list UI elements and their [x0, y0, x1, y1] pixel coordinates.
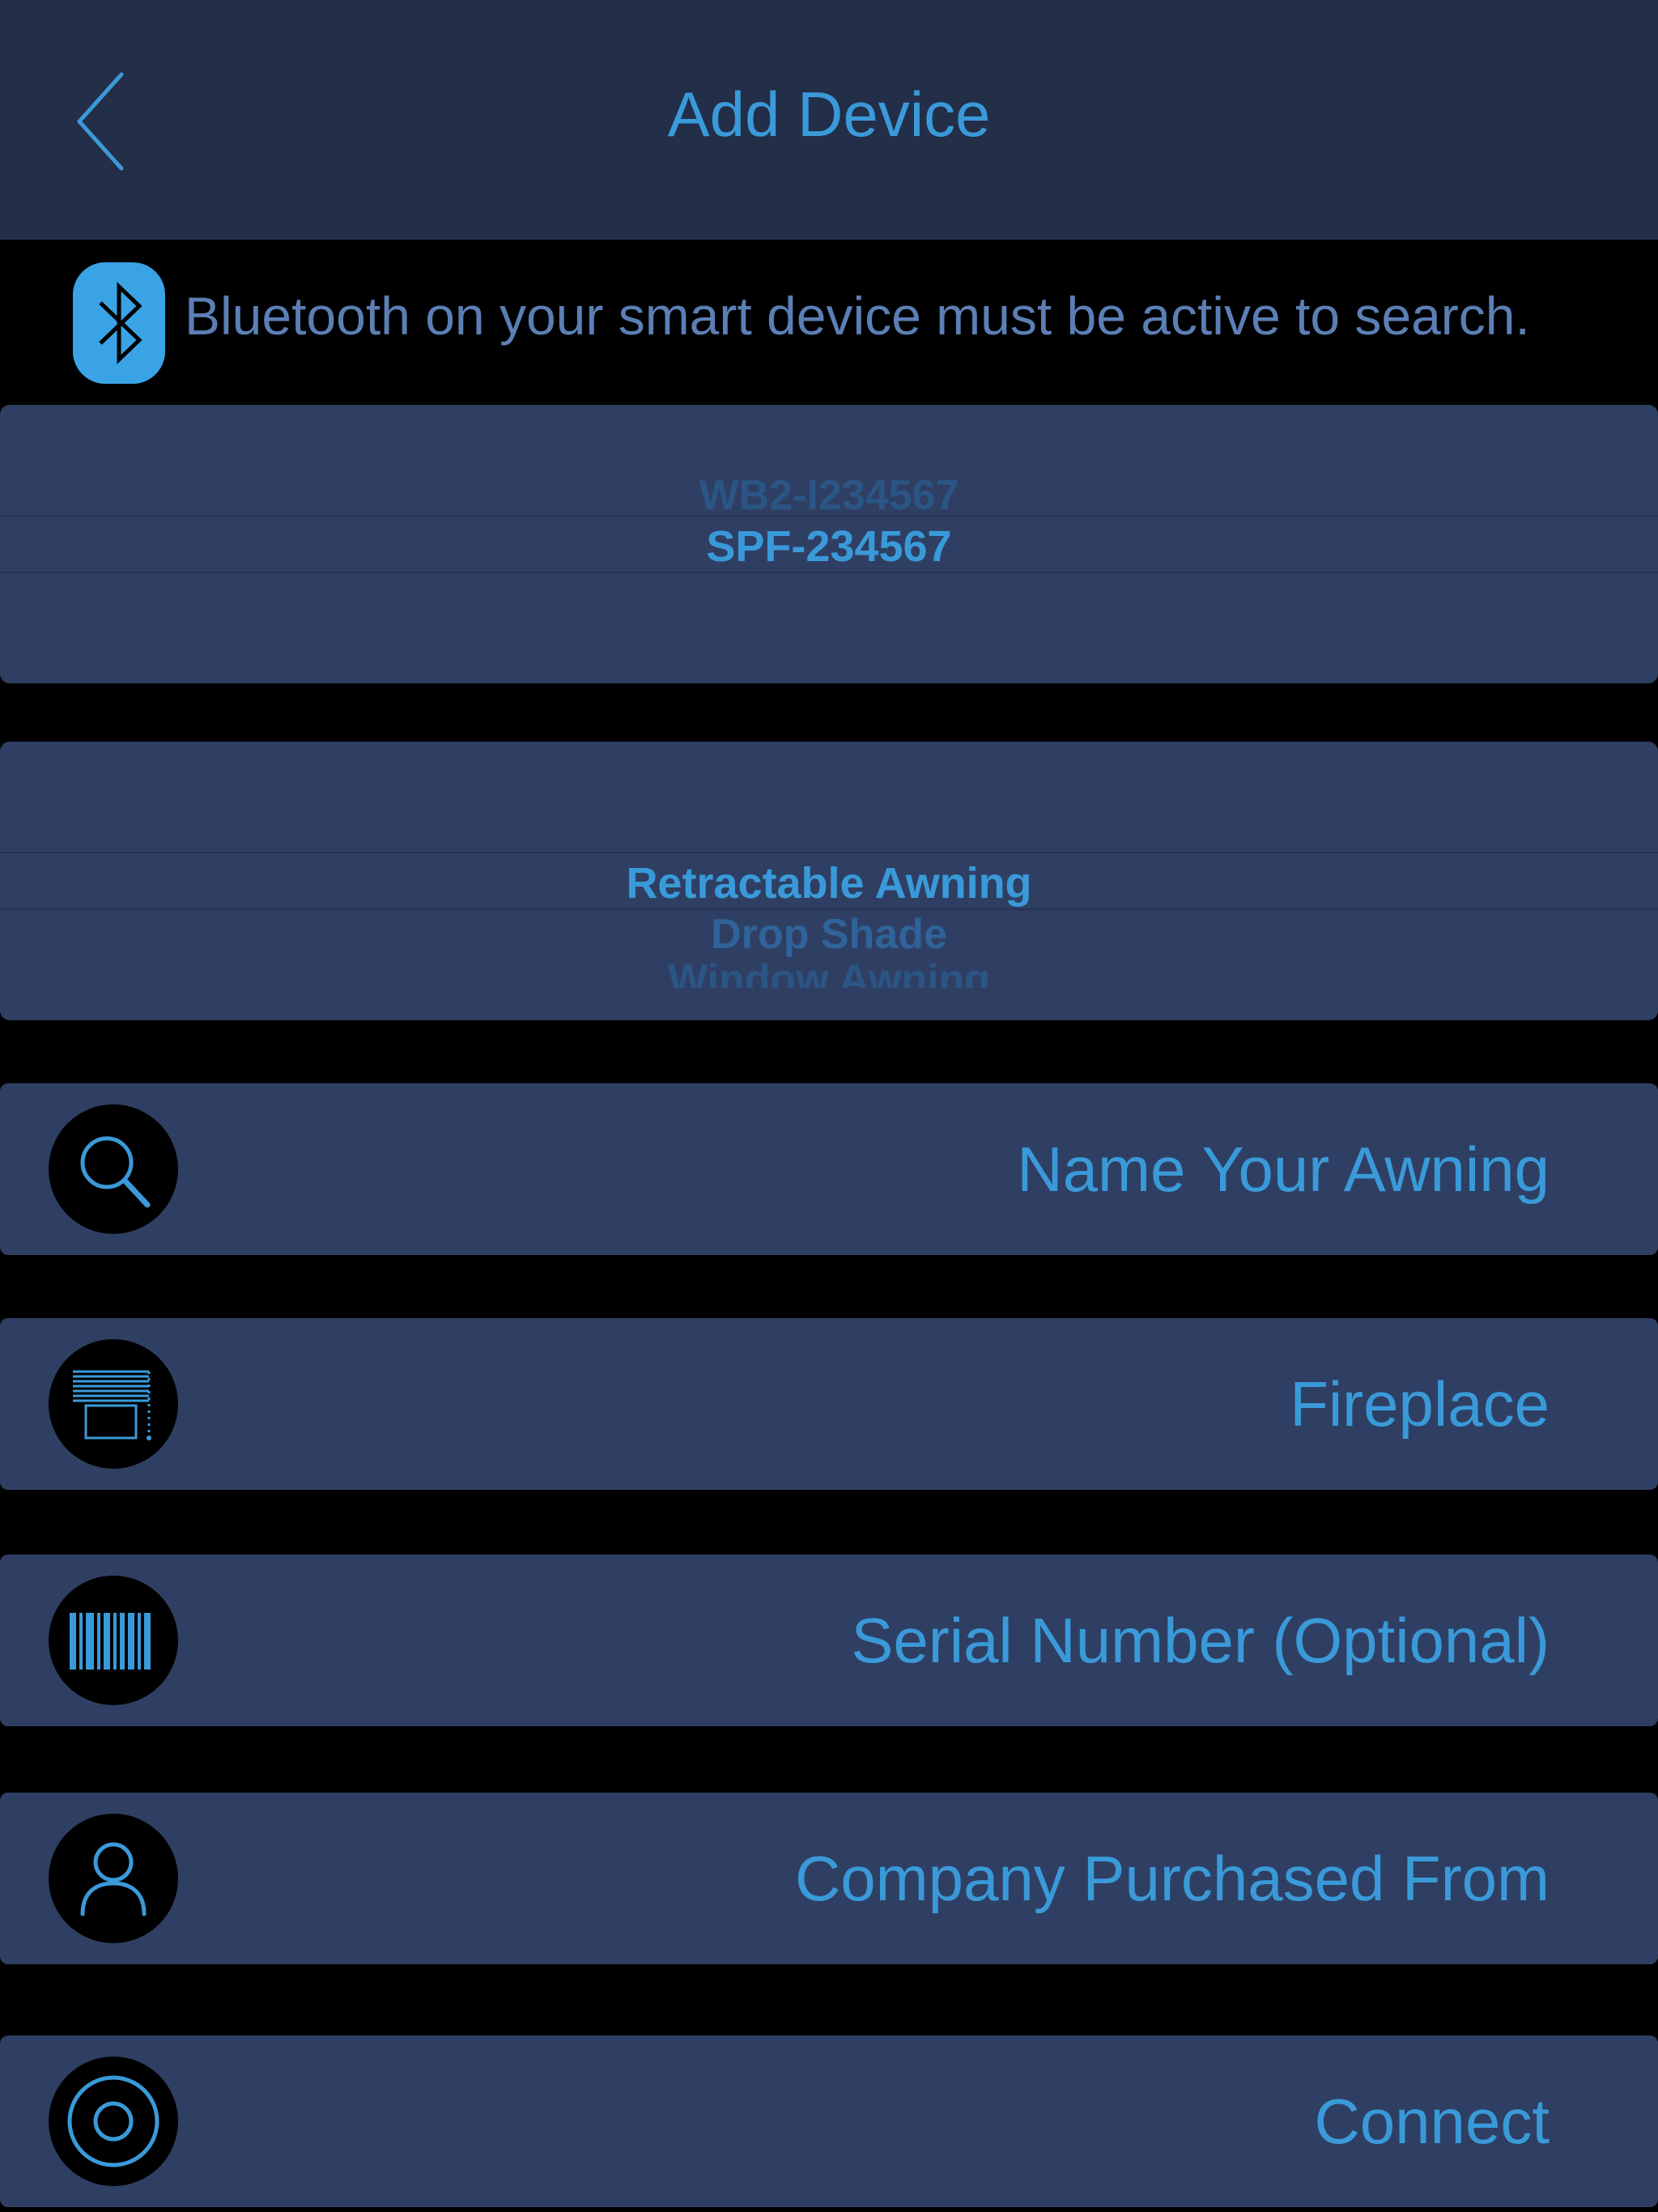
- company-row[interactable]: Company Purchased From: [0, 1793, 1658, 1964]
- window-shade-icon: [49, 1339, 178, 1469]
- device-option[interactable]: WB2-I234567: [0, 471, 1658, 520]
- awning-type-picker[interactable]: Retractable Awning Drop Shade Window Awn…: [0, 742, 1658, 1020]
- company-label: Company Purchased From: [794, 1843, 1550, 1914]
- device-option-selected[interactable]: SPF-234567: [0, 521, 1658, 572]
- nav-bar: Add Device: [0, 0, 1658, 240]
- name-awning-label: Name Your Awning: [1017, 1134, 1550, 1205]
- awning-type-option[interactable]: Drop Shade: [0, 910, 1658, 959]
- connect-button[interactable]: Connect: [0, 2035, 1658, 2207]
- picker-divider: [0, 852, 1658, 853]
- barcode-icon: [49, 1576, 178, 1705]
- page-title: Add Device: [667, 79, 991, 150]
- picker-divider: [0, 515, 1658, 517]
- serial-number-row[interactable]: Serial Number (Optional): [0, 1555, 1658, 1726]
- picker-divider: [0, 572, 1658, 573]
- connect-icon: [49, 2057, 178, 2186]
- location-label: Fireplace: [1290, 1368, 1550, 1440]
- search-icon: [49, 1104, 178, 1234]
- name-awning-row[interactable]: Name Your Awning: [0, 1083, 1658, 1255]
- bluetooth-icon: [73, 262, 165, 384]
- location-row[interactable]: Fireplace: [0, 1318, 1658, 1490]
- connect-label: Connect: [1314, 2086, 1550, 2157]
- awning-type-option-selected[interactable]: Retractable Awning: [0, 858, 1658, 908]
- bluetooth-notice-text: Bluetooth on your smart device must be a…: [185, 286, 1530, 346]
- awning-type-option[interactable]: Window Awning: [0, 955, 1658, 988]
- device-picker[interactable]: WB2-I234567 SPF-234567: [0, 405, 1658, 683]
- serial-number-label: Serial Number (Optional): [851, 1605, 1550, 1676]
- person-icon: [49, 1814, 178, 1943]
